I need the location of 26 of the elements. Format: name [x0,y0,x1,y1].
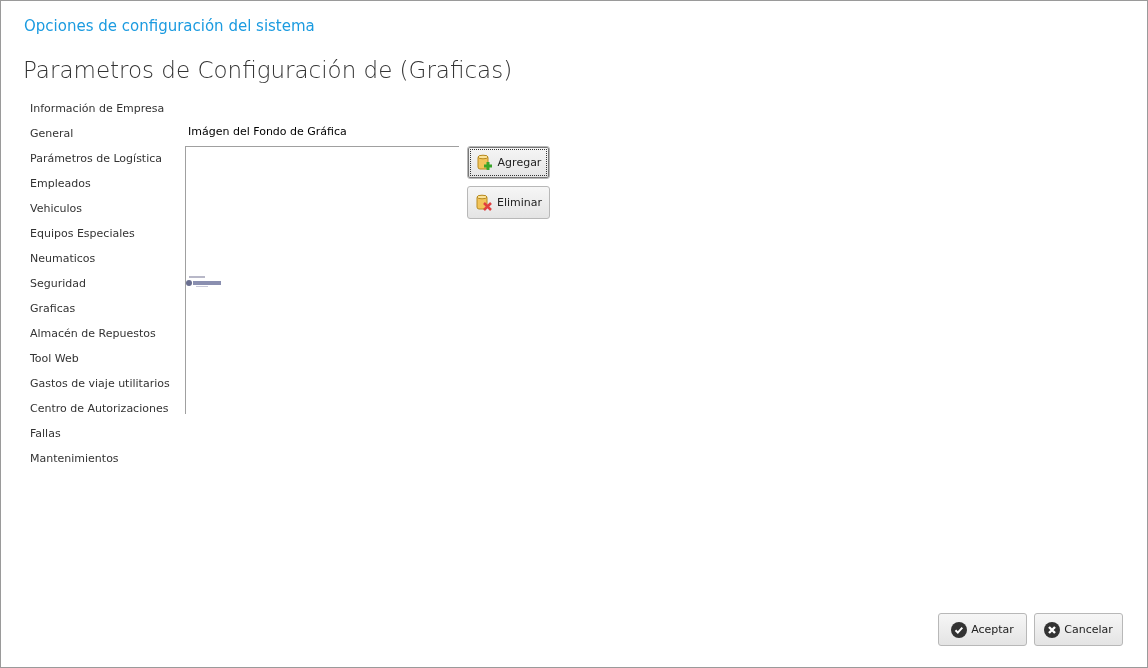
check-icon [951,621,968,638]
add-button[interactable]: Agregar [467,146,550,179]
sidebar-item[interactable]: Empleados [30,174,185,199]
close-icon [1044,621,1061,638]
sidebar-item[interactable]: Neumaticos [30,249,185,274]
sidebar-item[interactable]: Mantenimientos [30,449,185,474]
sidebar-item[interactable]: Equipos Especiales [30,224,185,249]
database-add-icon [475,153,494,172]
sidebar-item[interactable]: Gastos de viaje utilitarios [30,374,185,399]
sidebar-item[interactable]: General [30,124,185,149]
field-label: Imágen del Fondo de Gráfica [188,124,348,140]
database-remove-icon [474,193,493,212]
sidebar-item[interactable]: Graficas [30,299,185,324]
remove-button[interactable]: Eliminar [467,186,550,219]
sidebar-item[interactable]: Almacén de Repuestos [30,324,185,349]
sidebar-item[interactable]: Fallas [30,424,185,449]
sidebar-item[interactable]: Seguridad [30,274,185,299]
page-heading: Parametros de Configuración de (Graficas) [23,57,514,85]
accept-button[interactable]: Aceptar [938,613,1027,646]
sidebar-item[interactable]: Parámetros de Logística [30,149,185,174]
sidebar-item[interactable]: Centro de Autorizaciones [30,399,185,424]
cancel-button[interactable]: Cancelar [1034,613,1123,646]
sidebar-item[interactable]: Tool Web [30,349,185,374]
sidebar-item[interactable]: Vehiculos [30,199,185,224]
sidebar-item[interactable]: Información de Empresa [30,99,185,124]
window-title: Opciones de configuración del sistema [24,17,316,37]
